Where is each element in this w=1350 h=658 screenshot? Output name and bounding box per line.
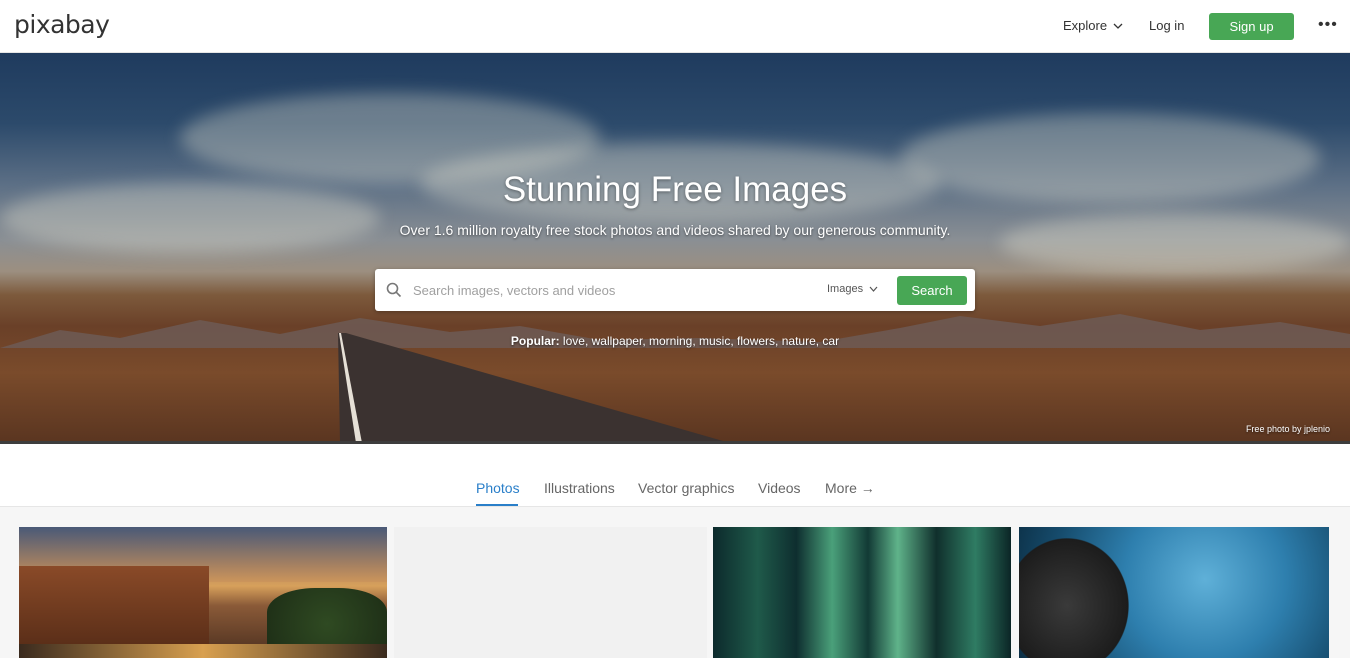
tab-videos[interactable]: Videos bbox=[758, 480, 801, 496]
popular-label: Popular: bbox=[510, 334, 560, 348]
search-input[interactable] bbox=[413, 279, 813, 301]
tab-illustrations[interactable]: Illustrations bbox=[544, 480, 615, 496]
media-type-value: Images bbox=[827, 283, 864, 295]
media-type-select[interactable]: Images bbox=[827, 283, 878, 295]
tab-vector-graphics[interactable]: Vector graphics bbox=[638, 480, 735, 496]
popular-tag-music[interactable]: music bbox=[699, 334, 730, 348]
tab-more[interactable]: More → bbox=[825, 480, 875, 496]
photo-credit[interactable]: Free photo by jplenio bbox=[1246, 424, 1330, 434]
signup-button[interactable]: Sign up bbox=[1209, 13, 1294, 40]
login-link[interactable]: Log in bbox=[1149, 18, 1184, 33]
pixabay-logo[interactable]: pixabay bbox=[14, 10, 110, 39]
popular-tag-car[interactable]: car bbox=[822, 334, 839, 348]
thumbnail-person bbox=[1019, 527, 1139, 658]
chevron-down-icon bbox=[1113, 23, 1123, 29]
image-thumbnail[interactable] bbox=[713, 527, 1011, 658]
explore-label: Explore bbox=[1063, 18, 1108, 33]
popular-tag-flowers[interactable]: flowers bbox=[737, 334, 775, 348]
hero-banner: Stunning Free Images Over 1.6 million ro… bbox=[0, 53, 1350, 443]
hero-subtitle: Over 1.6 million royalty free stock phot… bbox=[399, 222, 951, 238]
active-tab-indicator bbox=[476, 504, 518, 506]
search-button[interactable]: Search bbox=[897, 276, 967, 305]
popular-searches: Popular: love, wallpaper, morning, music… bbox=[510, 334, 840, 348]
thumbnail-water bbox=[19, 644, 387, 658]
popular-tag-wallpaper[interactable]: wallpaper bbox=[592, 334, 643, 348]
media-tabs: Photos Illustrations Vector graphics Vid… bbox=[0, 444, 1350, 507]
search-bar: Images Search bbox=[375, 269, 975, 311]
chevron-down-icon bbox=[869, 286, 878, 292]
thumbnail-trees bbox=[267, 588, 387, 648]
explore-menu[interactable]: Explore bbox=[1063, 18, 1123, 33]
popular-tag-morning[interactable]: morning bbox=[649, 334, 692, 348]
thumbnail-buildings bbox=[19, 566, 209, 646]
image-thumbnail[interactable] bbox=[1019, 527, 1329, 658]
road-illustration bbox=[338, 333, 730, 443]
top-header: pixabay Explore Log in Sign up ••• bbox=[0, 0, 1350, 53]
image-thumbnail[interactable] bbox=[19, 527, 387, 658]
hero-title: Stunning Free Images bbox=[502, 170, 848, 209]
search-icon bbox=[386, 282, 402, 298]
popular-tag-nature[interactable]: nature bbox=[782, 334, 816, 348]
tab-photos[interactable]: Photos bbox=[476, 480, 520, 496]
image-thumbnail-placeholder[interactable] bbox=[394, 527, 707, 658]
popular-tag-love[interactable]: love bbox=[563, 334, 585, 348]
more-options-icon[interactable]: ••• bbox=[1318, 16, 1338, 34]
